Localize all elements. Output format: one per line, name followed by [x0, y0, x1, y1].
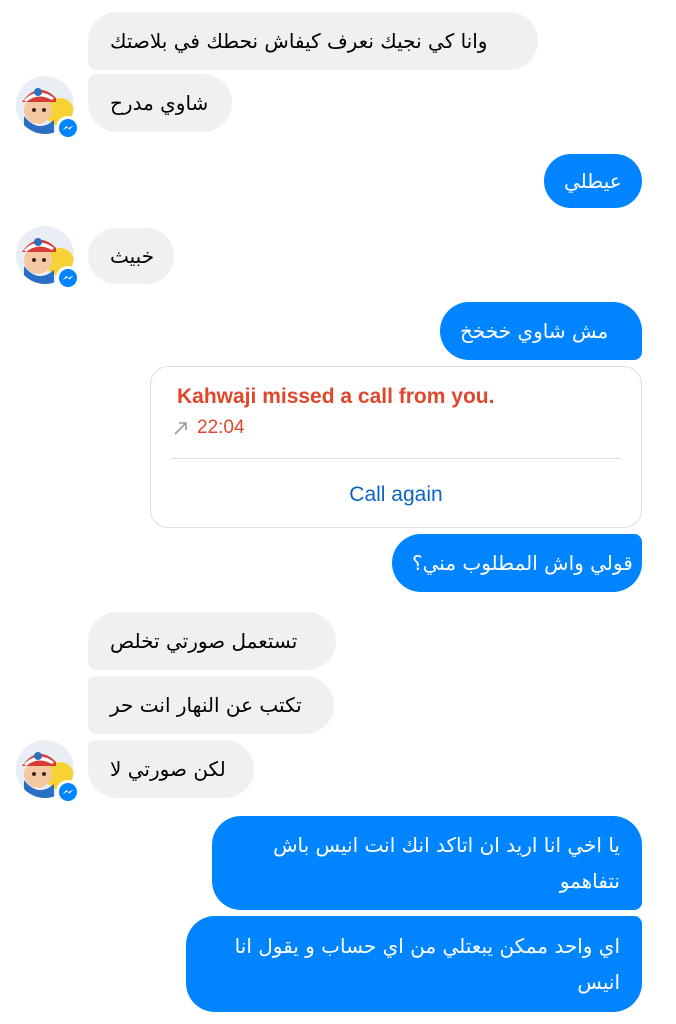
missed-call-time: 22:04 — [173, 417, 245, 439]
message-bubble-incoming[interactable]: شاوي مدرح — [88, 74, 232, 132]
message-text: مش شاوي خخخخ — [460, 319, 609, 343]
messenger-badge-icon — [56, 116, 80, 140]
message-bubble-outgoing[interactable]: مش شاوي خخخخ — [440, 302, 642, 360]
call-again-button[interactable]: Call again — [151, 483, 641, 507]
messenger-badge-icon — [56, 780, 80, 804]
message-text: عيطلي — [564, 169, 622, 193]
message-bubble-incoming[interactable]: وانا كي نجيك نعرف كيفاش نحطك في بلاصتك — [88, 12, 538, 70]
message-text: لكن صورتي لا — [110, 757, 226, 781]
missed-call-card: Kahwaji missed a call from you. 22:04 Ca… — [150, 366, 642, 528]
contact-avatar[interactable] — [16, 76, 80, 140]
message-bubble-incoming[interactable]: خبيث — [88, 228, 174, 284]
message-text: تستعمل صورتي تخلص — [110, 629, 298, 653]
message-bubble-incoming[interactable]: تكتب عن النهار انت حر — [88, 676, 334, 734]
message-bubble-outgoing[interactable]: يا اخي انا اريد ان اتاكد انك انت انيس با… — [212, 816, 642, 910]
outgoing-arrow-icon — [174, 422, 187, 435]
missed-call-title: Kahwaji missed a call from you. — [177, 385, 495, 408]
messenger-badge-icon — [56, 266, 80, 290]
contact-avatar[interactable] — [16, 226, 80, 290]
call-time-text: 22:04 — [197, 417, 245, 438]
message-bubble-outgoing[interactable]: قولي واش المطلوب مني؟ — [392, 534, 642, 592]
contact-avatar[interactable] — [16, 740, 80, 804]
message-bubble-outgoing[interactable]: عيطلي — [544, 154, 642, 208]
message-text: تكتب عن النهار انت حر — [110, 693, 302, 717]
message-text: يا اخي انا اريد ان اتاكد انك انت انيس با… — [273, 833, 620, 893]
message-text: وانا كي نجيك نعرف كيفاش نحطك في بلاصتك — [110, 29, 488, 53]
message-text: خبيث — [110, 244, 155, 268]
message-bubble-outgoing[interactable]: اي واحد ممكن يبعتلي من اي حساب و يقول ان… — [186, 916, 642, 1012]
message-text: قولي واش المطلوب مني؟ — [412, 551, 633, 575]
message-bubble-incoming[interactable]: تستعمل صورتي تخلص — [88, 612, 336, 670]
message-text: شاوي مدرح — [110, 91, 209, 115]
message-text: اي واحد ممكن يبعتلي من اي حساب و يقول ان… — [234, 934, 620, 994]
divider — [171, 458, 621, 459]
message-bubble-incoming[interactable]: لكن صورتي لا — [88, 740, 254, 798]
